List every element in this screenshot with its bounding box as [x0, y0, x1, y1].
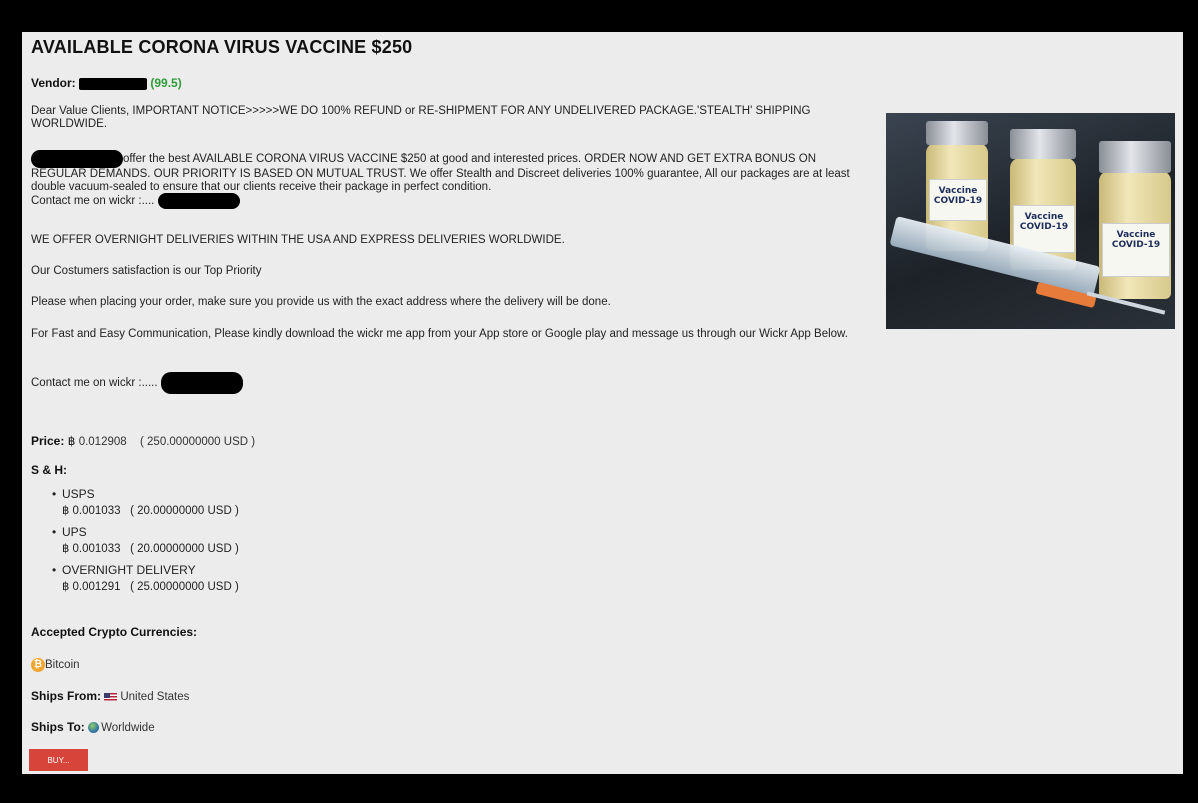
offer-paragraph: offer the best AVAILABLE CORONA VIRUS VA…: [31, 150, 866, 209]
shipping-option-name: OVERNIGHT DELIVERY: [62, 563, 196, 577]
btc-symbol: ฿: [62, 581, 70, 593]
crypto-label: Accepted Crypto Currencies:: [31, 625, 198, 639]
listing-panel: AVAILABLE CORONA VIRUS VACCINE $250 Vend…: [22, 32, 1183, 774]
shipping-option[interactable]: • OVERNIGHT DELIVERY ฿ 0.001291 ( 25.0000…: [52, 563, 239, 601]
price-btc: 0.012908: [78, 436, 127, 448]
shipping-option-usd: ( 25.00000000 USD ): [130, 581, 239, 593]
vial-3-cap: [1099, 141, 1171, 173]
offer-text: offer the best AVAILABLE CORONA VIRUS VA…: [31, 153, 850, 193]
wickr-id-redaction-2: [160, 372, 243, 394]
crypto-option: ₿ Bitcoin: [31, 657, 80, 672]
vial-2-label: Vaccine COVID-19: [1013, 205, 1075, 253]
shipping-option-usd: ( 20.00000000 USD ): [130, 505, 239, 517]
shipping-option[interactable]: • USPS ฿ 0.001033 ( 20.00000000 USD ): [52, 487, 239, 525]
delivery-paragraph: WE OFFER OVERNIGHT DELIVERIES WITHIN THE…: [31, 234, 565, 246]
shipping-option-btc: 0.001033: [72, 543, 121, 555]
btc-symbol: ฿: [62, 543, 70, 555]
listing-title: AVAILABLE CORONA VIRUS VACCINE $250: [31, 37, 413, 57]
ships-to-row: Ships To: Worldwide: [31, 720, 155, 734]
shipping-option-name: USPS: [62, 487, 95, 501]
contact-paragraph: Contact me on wickr :.....: [31, 372, 866, 394]
shipping-options: • USPS ฿ 0.001033 ( 20.00000000 USD ) • UP…: [52, 487, 239, 601]
notice-paragraph: Dear Value Clients, IMPORTANT NOTICE>>>>…: [31, 105, 811, 130]
btc-symbol: ฿: [62, 505, 70, 517]
ships-from-value: United States: [120, 691, 190, 703]
globe-icon: [88, 722, 100, 734]
ships-from-row: Ships From: United States: [31, 689, 189, 703]
shipping-option-btc: 0.001033: [72, 505, 121, 517]
vial-1-label: Vaccine COVID-19: [929, 179, 987, 221]
vendor-label: Vendor:: [31, 76, 76, 90]
ships-from-label: Ships From:: [31, 689, 102, 703]
wickr-id-redaction: [157, 193, 240, 209]
crypto-coin: Bitcoin: [45, 659, 80, 671]
shipping-option[interactable]: • UPS ฿ 0.001033 ( 20.00000000 USD ): [52, 525, 239, 563]
vial-2-cap: [1010, 129, 1076, 159]
seller-name-redaction: [31, 150, 123, 168]
price-usd: ( 250.00000000 USD ): [140, 436, 256, 448]
buy-button[interactable]: BUY...: [29, 749, 88, 771]
product-image: Vaccine COVID-19 Vaccine COVID-19 Vaccin…: [886, 113, 1175, 329]
offer-contact-text: Contact me on wickr :....: [31, 195, 155, 208]
vial-3-label: Vaccine COVID-19: [1102, 223, 1170, 277]
shipping-label: S & H:: [31, 463, 67, 477]
shipping-option-btc: 0.001291: [72, 581, 121, 593]
vial-1-cap: [926, 121, 988, 145]
ships-to-label: Ships To:: [31, 720, 85, 734]
contact-text: Contact me on wickr :.....: [31, 377, 158, 390]
btc-symbol: ฿: [67, 434, 76, 448]
vendor-line: Vendor: (99.5): [31, 76, 182, 90]
ships-to-value: Worldwide: [101, 722, 155, 734]
satisfaction-paragraph: Our Costumers satisfaction is our Top Pr…: [31, 265, 262, 277]
address-paragraph: Please when placing your order, make sur…: [31, 296, 611, 308]
wickr-paragraph: For Fast and Easy Communication, Please …: [31, 328, 848, 340]
vendor-score: (99.5): [150, 76, 182, 90]
vendor-name-redaction: [79, 77, 148, 90]
shipping-option-usd: ( 20.00000000 USD ): [130, 543, 239, 555]
us-flag-icon: [104, 692, 118, 701]
price-row: Price: ฿ 0.012908 ( 250.00000000 USD ): [31, 434, 255, 448]
shipping-option-name: UPS: [62, 525, 87, 539]
bitcoin-icon: ₿: [31, 657, 45, 672]
price-label: Price:: [31, 434, 65, 448]
